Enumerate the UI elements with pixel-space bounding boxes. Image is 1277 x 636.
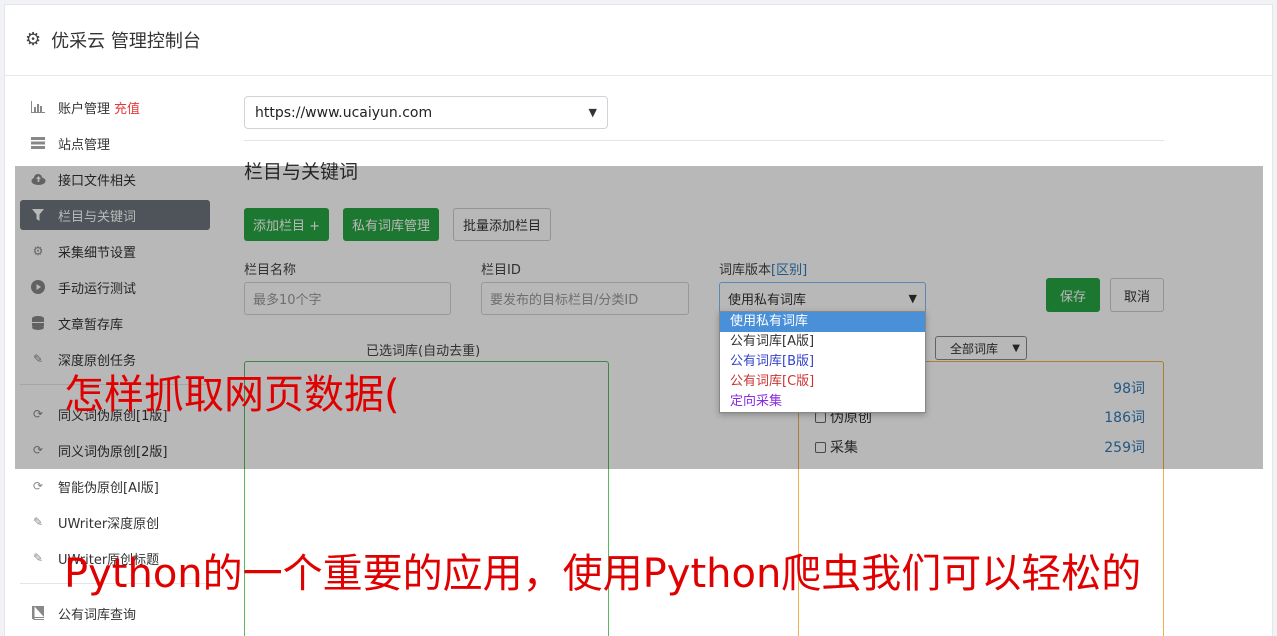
- dropdown-option[interactable]: 公有词库[C版]: [720, 372, 925, 392]
- sidebar-item-ai-original[interactable]: ⟳ 智能伪原创[AI版]: [20, 471, 210, 501]
- book-icon: [30, 605, 46, 621]
- dropdown-option[interactable]: 公有词库[B版]: [720, 352, 925, 372]
- refresh-icon: ⟳: [32, 479, 44, 493]
- overlay-caption-line1: 怎样抓取网页数据(: [64, 372, 400, 418]
- header: ⚙ 优采云 管理控制台: [5, 5, 1272, 76]
- dim-overlay: [15, 166, 1263, 469]
- edit-icon: ✎: [32, 551, 44, 565]
- sidebar-item-sites[interactable]: 站点管理: [20, 128, 210, 158]
- divider: [244, 140, 1164, 141]
- dropdown-option[interactable]: 定向采集: [720, 392, 925, 412]
- recharge-link[interactable]: 充值: [114, 98, 140, 117]
- sidebar-item-public-lib[interactable]: 公有词库查询: [20, 598, 210, 628]
- edit-icon: ✎: [32, 515, 44, 529]
- chevron-down-icon: ▼: [588, 106, 597, 119]
- site-select-value: https://www.ucaiyun.com: [255, 104, 433, 121]
- dropdown-option[interactable]: 公有词库[A版]: [720, 332, 925, 352]
- sidebar-item-label: 公有词库查询: [58, 607, 137, 623]
- gear-icon: ⚙: [25, 29, 42, 50]
- sidebar-item-label: UWriter深度原创: [58, 516, 160, 532]
- sidebar-item-label: 账户管理: [58, 101, 111, 117]
- page-title: 优采云 管理控制台: [51, 31, 201, 52]
- sidebar-item-uwriter-deep[interactable]: ✎ UWriter深度原创: [20, 507, 210, 537]
- sidebar-item-label: 智能伪原创[AI版]: [58, 480, 159, 496]
- lib-version-dropdown: 使用私有词库 公有词库[A版] 公有词库[B版] 公有词库[C版] 定向采集: [719, 311, 926, 413]
- site-select[interactable]: https://www.ucaiyun.com ▼: [244, 96, 608, 129]
- bar-chart-icon: [30, 99, 46, 115]
- overlay-caption-line2: Python的一个重要的应用，使用Python爬虫我们可以轻松的: [64, 551, 1142, 597]
- dropdown-option[interactable]: 使用私有词库: [720, 312, 925, 332]
- sidebar-item-label: 站点管理: [58, 137, 111, 153]
- sidebar-item-account[interactable]: 账户管理 充值: [20, 92, 210, 122]
- server-icon: [30, 135, 46, 151]
